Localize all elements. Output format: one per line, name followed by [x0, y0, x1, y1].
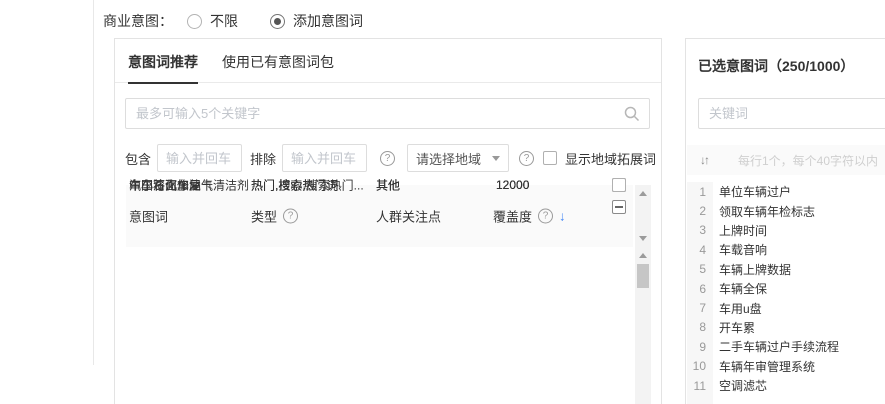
region-select-value: 请选择地域: [416, 151, 482, 167]
selected-words-filter-box: [698, 98, 885, 129]
radio-unlimited-icon[interactable]: [187, 13, 202, 29]
region-help-icon[interactable]: ?: [519, 150, 535, 166]
list-item-number: 11: [693, 378, 706, 393]
list-item-word: 车辆上牌数据: [719, 262, 792, 277]
include-input[interactable]: [157, 144, 243, 172]
list-item-word: 领取车辆年检标志: [719, 204, 816, 219]
scrollbar-thumb[interactable]: [637, 264, 649, 288]
list-item-word: 二手车辆过户手续流程: [719, 340, 840, 355]
filter-row: 包含 排除 ? 请选择地域 ? 显示地域拓展词: [125, 144, 656, 172]
search-icon[interactable]: [624, 106, 640, 122]
list-item-word: 车辆年审管理系统: [719, 359, 816, 374]
selected-intent-words-panel: 已选意图词（250/1000） ↓↑ 每行1个，每个40字符以内 1 单位车辆过…: [685, 38, 885, 404]
keyword-search-input[interactable]: [126, 99, 649, 128]
radio-add-intent-words-label: 添加意图词: [293, 13, 363, 29]
list-item: 4 车载音响: [687, 240, 885, 259]
row-select-checkbox[interactable]: [612, 178, 626, 192]
selected-words-hint-row: ↓↑ 每行1个，每个40字符以内: [687, 145, 885, 175]
selected-words-filter-input[interactable]: [699, 99, 885, 128]
list-item-word: 空调滤芯: [719, 379, 768, 394]
intent-word-picker-screen: 商业意图： 不限 添加意图词 意图词推荐 使用已有意图词包 包含 排除: [0, 0, 885, 404]
table-header-row: 意图词 类型 ? 人群关注点 覆盖度 ? ↓: [126, 185, 633, 247]
entry-format-hint: 每行1个，每个40字符以内: [738, 153, 879, 168]
scroll-up-icon[interactable]: [639, 253, 647, 258]
list-item-number: 3: [699, 223, 706, 238]
tab-bar: 意图词推荐 使用已有意图词包: [115, 39, 661, 84]
exclude-input[interactable]: [282, 144, 368, 172]
list-item: 1 单位车辆过户: [687, 182, 885, 201]
intent-word-table: 意图词 类型 ? 人群关注点 覆盖度 ? ↓ 中国石化加油卡 热门,搜索热门词 …: [126, 178, 651, 404]
list-item-word: 单位车辆过户: [719, 185, 792, 200]
list-item: 2 领取车辆年检标志: [687, 201, 885, 220]
filter-help-icon[interactable]: ?: [380, 150, 396, 166]
commercial-intent-row: 商业意图： 不限 添加意图词: [103, 10, 363, 32]
list-item-number: 10: [692, 359, 706, 374]
list-item-word: 上牌时间: [719, 223, 768, 238]
list-item: 3 上牌时间: [687, 221, 885, 240]
radio-option-add-intent-words[interactable]: 添加意图词: [270, 11, 363, 31]
list-item: 11 空调滤芯: [687, 376, 885, 395]
list-item-number: 8: [699, 320, 706, 335]
commercial-intent-label: 商业意图：: [103, 13, 173, 29]
list-item-word: 车辆全保: [719, 282, 768, 297]
show-region-words-checkbox[interactable]: [543, 151, 558, 165]
table-body-scrollbar: [635, 247, 651, 404]
intent-word-panel: 意图词推荐 使用已有意图词包 包含 排除 ? 请选择地域 ? 显示地域拓展词: [114, 38, 662, 404]
radio-add-intent-words-icon[interactable]: [270, 13, 285, 29]
list-item-word: 车载音响: [719, 243, 768, 258]
radio-unlimited-label: 不限: [210, 13, 238, 29]
list-item: 6 车辆全保: [687, 279, 885, 298]
list-item-number: 4: [699, 242, 706, 257]
list-item: 5 车辆上牌数据: [687, 260, 885, 279]
list-item-word: 开车累: [719, 320, 756, 335]
list-item-number: 7: [699, 301, 706, 316]
radio-option-unlimited[interactable]: 不限: [187, 11, 238, 31]
scroll-down-icon[interactable]: [639, 236, 647, 241]
column-header-intent-word: 意图词: [129, 209, 169, 225]
list-item-number: 2: [699, 204, 706, 219]
scroll-up-icon[interactable]: [639, 191, 647, 196]
list-item-number: 1: [699, 184, 706, 199]
cell-coverage: 12000: [496, 178, 530, 192]
list-item: 7 车用u盘: [687, 298, 885, 317]
list-item-word: 车用u盘: [719, 301, 762, 316]
column-header-coverage: 覆盖度 ? ↓: [493, 208, 566, 225]
type-help-icon[interactable]: ?: [283, 208, 299, 224]
list-item: 8 开车累: [687, 318, 885, 337]
cell-intent-word: 汽车漆面修复: [129, 178, 202, 193]
chevron-down-icon: [492, 155, 501, 161]
coverage-help-icon[interactable]: ?: [538, 208, 554, 224]
exclude-label: 排除: [250, 151, 277, 167]
header-scrollbar: [635, 185, 651, 247]
coverage-sort-desc-icon[interactable]: ↓: [559, 209, 566, 224]
list-item: 10 车辆年审管理系统: [687, 357, 885, 376]
list-item: 9 二手车辆过户手续流程: [687, 337, 885, 356]
region-select[interactable]: 请选择地域: [407, 144, 510, 172]
show-region-words-label: 显示地域拓展词: [565, 151, 657, 167]
keyword-search-box: [125, 98, 650, 129]
cell-audience-focus: 其他: [376, 178, 401, 193]
selected-words-title: 已选意图词（250/1000）: [698, 58, 855, 74]
list-item-number: 5: [699, 262, 706, 277]
list-item-number: 6: [699, 281, 706, 296]
select-all-checkbox-indeterminate[interactable]: [612, 200, 626, 214]
include-label: 包含: [125, 151, 152, 167]
selected-words-list: 1 单位车辆过户 2 领取车辆年检标志 3 上牌时间 4 车载音响 5 车辆上牌…: [687, 182, 885, 404]
tab-existing-intent-word-pack[interactable]: 使用已有意图词包: [222, 39, 334, 83]
tab-intent-word-recommend[interactable]: 意图词推荐: [128, 39, 198, 84]
left-section-divider: [93, 0, 94, 365]
column-header-type: 类型 ?: [251, 207, 299, 226]
list-item-number: 9: [699, 339, 706, 354]
column-header-audience-focus: 人群关注点: [376, 209, 442, 225]
cell-type: 热门,核心,搜索热门...: [251, 178, 364, 193]
sort-arrows-icon[interactable]: ↓↑: [700, 153, 710, 167]
